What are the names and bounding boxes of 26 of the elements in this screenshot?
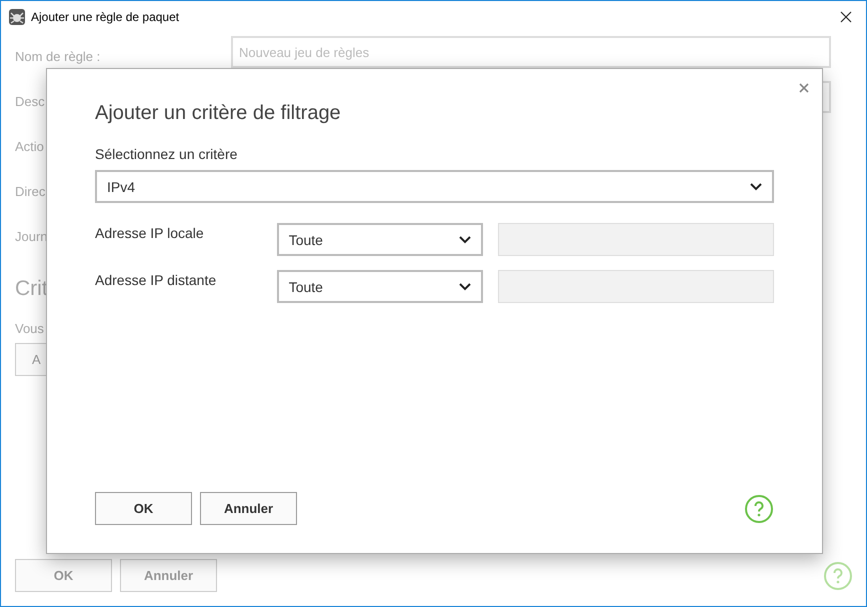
section-title: Crit [15,277,48,302]
chevron-down-icon [459,236,472,244]
address-dropdown[interactable]: Toute [276,270,484,303]
help-icon[interactable] [823,560,853,590]
criterion-dropdown[interactable]: IPv4 [95,170,774,203]
dialog-button[interactable]: OK [95,492,192,525]
field-label: Journ [15,228,48,244]
section-text: Vous [15,321,44,338]
field-label: Nom de règle : [15,48,100,64]
field-label: Sélectionnez un critère [95,146,238,164]
chevron-down-icon [459,282,472,290]
close-icon[interactable] [840,10,852,22]
window-title: Ajouter une règle de paquet [31,10,180,24]
field-label: Desc [15,93,45,109]
field-label: Adresse IP locale [95,224,205,241]
field-label: Adresse IP distante [95,271,218,288]
address-field[interactable] [498,223,774,256]
help-icon[interactable] [744,494,774,524]
address-field[interactable] [498,270,774,303]
input-field[interactable]: Nouveau jeu de règles [231,36,831,68]
dialog-button[interactable]: Annuler [200,492,297,525]
address-dropdown[interactable]: Toute [276,223,484,256]
chevron-down-icon [750,182,762,190]
field-label: Actio [15,138,44,154]
field-label: Direc [15,183,46,199]
dialog-title: Ajouter un critère de filtrage [95,102,342,126]
